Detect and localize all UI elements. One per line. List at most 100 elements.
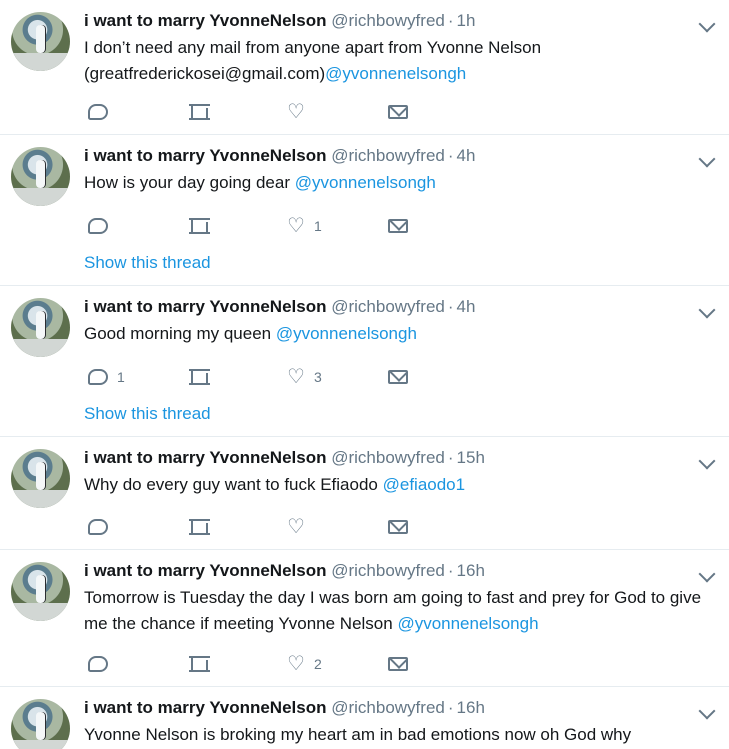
separator-dot: ·	[447, 297, 454, 316]
tweet-text-body: How is your day going dear	[84, 173, 295, 192]
tweet-text-body: Tomorrow is Tuesday the day I was born a…	[84, 588, 702, 633]
reply-icon	[88, 218, 108, 234]
tweet-text: How is your day going dear @yvonnenelson…	[84, 170, 704, 196]
tweet[interactable]: i want to marry YvonneNelson @richbowyfr…	[0, 286, 729, 437]
avatar[interactable]	[11, 12, 70, 71]
retweet-button[interactable]	[189, 652, 210, 676]
display-name[interactable]: i want to marry YvonneNelson	[84, 297, 326, 316]
tweet-header: i want to marry YvonneNelson @richbowyfr…	[84, 446, 485, 470]
tweet-text-body: Why do every guy want to fuck Efiaodo	[84, 475, 383, 494]
separator-dot: ·	[447, 698, 454, 717]
like-count: 3	[313, 369, 322, 385]
like-button[interactable]: ♡ 3	[287, 365, 322, 389]
tweet-header: i want to marry YvonneNelson @richbowyfr…	[84, 9, 475, 33]
mention-link[interactable]: @yvonnenelsongh	[276, 324, 417, 343]
reply-button[interactable]	[88, 100, 117, 124]
tweet-actions: ♡	[84, 515, 424, 539]
direct-message-button[interactable]	[388, 515, 408, 539]
reply-icon	[88, 656, 108, 672]
avatar[interactable]	[11, 449, 70, 508]
tweet-actions: ♡ 1	[84, 214, 424, 238]
tweet-text-body: I don’t need any mail from anyone apart …	[84, 38, 542, 83]
heart-icon: ♡	[287, 653, 305, 675]
like-button[interactable]: ♡ 1	[287, 214, 322, 238]
direct-message-icon	[388, 219, 408, 233]
chevron-down-icon[interactable]	[698, 301, 716, 319]
display-name[interactable]: i want to marry YvonneNelson	[84, 448, 326, 467]
tweet-time[interactable]: 4h	[457, 146, 476, 165]
user-handle[interactable]: @richbowyfred	[331, 561, 445, 580]
display-name[interactable]: i want to marry YvonneNelson	[84, 698, 326, 717]
display-name[interactable]: i want to marry YvonneNelson	[84, 11, 326, 30]
tweet[interactable]: i want to marry YvonneNelson @richbowyfr…	[0, 687, 729, 749]
separator-dot: ·	[447, 448, 454, 467]
reply-count: 1	[117, 369, 125, 385]
tweet-time[interactable]: 1h	[457, 11, 476, 30]
separator-dot: ·	[447, 11, 454, 30]
tweet-actions: ♡ 2	[84, 652, 424, 676]
user-handle[interactable]: @richbowyfred	[331, 146, 445, 165]
chevron-down-icon[interactable]	[698, 150, 716, 168]
retweet-icon	[189, 104, 210, 120]
tweet[interactable]: i want to marry YvonneNelson @richbowyfr…	[0, 437, 729, 550]
like-count: 1	[313, 218, 322, 234]
like-button[interactable]: ♡	[287, 515, 314, 539]
retweet-button[interactable]	[189, 515, 210, 539]
tweet-header: i want to marry YvonneNelson @richbowyfr…	[84, 295, 475, 319]
chevron-down-icon[interactable]	[698, 565, 716, 583]
mention-link[interactable]: @yvonnenelsongh	[295, 173, 436, 192]
reply-button[interactable]: 1	[88, 365, 125, 389]
avatar[interactable]	[11, 562, 70, 621]
heart-icon: ♡	[287, 366, 305, 388]
reply-button[interactable]	[88, 214, 117, 238]
tweet[interactable]: i want to marry YvonneNelson @richbowyfr…	[0, 0, 729, 135]
avatar[interactable]	[11, 147, 70, 206]
display-name[interactable]: i want to marry YvonneNelson	[84, 146, 326, 165]
reply-button[interactable]	[88, 652, 117, 676]
tweet-header: i want to marry YvonneNelson @richbowyfr…	[84, 144, 475, 168]
tweet-time[interactable]: 4h	[457, 297, 476, 316]
chevron-down-icon[interactable]	[698, 702, 716, 720]
display-name[interactable]: i want to marry YvonneNelson	[84, 561, 326, 580]
reply-icon	[88, 519, 108, 535]
heart-icon: ♡	[287, 215, 305, 237]
retweet-button[interactable]	[189, 100, 210, 124]
tweet-header: i want to marry YvonneNelson @richbowyfr…	[84, 696, 485, 720]
direct-message-button[interactable]	[388, 214, 408, 238]
tweet-time[interactable]: 15h	[457, 448, 485, 467]
tweet-text: Tomorrow is Tuesday the day I was born a…	[84, 585, 704, 637]
chevron-down-icon[interactable]	[698, 15, 716, 33]
user-handle[interactable]: @richbowyfred	[331, 11, 445, 30]
avatar[interactable]	[11, 298, 70, 357]
retweet-button[interactable]	[189, 365, 210, 389]
tweet-text: Why do every guy want to fuck Efiaodo @e…	[84, 472, 704, 498]
chevron-down-icon[interactable]	[698, 452, 716, 470]
tweet-header: i want to marry YvonneNelson @richbowyfr…	[84, 559, 485, 583]
direct-message-button[interactable]	[388, 365, 408, 389]
reply-button[interactable]	[88, 515, 117, 539]
mention-link[interactable]: @efiaodo1	[383, 475, 466, 494]
direct-message-button[interactable]	[388, 652, 408, 676]
like-button[interactable]: ♡	[287, 100, 314, 124]
tweet-time[interactable]: 16h	[457, 698, 485, 717]
tweet-text-body: Yvonne Nelson is broking my heart am in …	[84, 725, 632, 744]
user-handle[interactable]: @richbowyfred	[331, 297, 445, 316]
show-thread-link[interactable]: Show this thread	[84, 251, 211, 275]
retweet-button[interactable]	[189, 214, 210, 238]
show-thread-link[interactable]: Show this thread	[84, 402, 211, 426]
tweet[interactable]: i want to marry YvonneNelson @richbowyfr…	[0, 135, 729, 286]
avatar[interactable]	[11, 699, 70, 749]
mention-link[interactable]: @yvonnenelsongh	[325, 64, 466, 83]
tweet-text: Good morning my queen @yvonnenelsongh	[84, 321, 704, 347]
like-button[interactable]: ♡ 2	[287, 652, 322, 676]
user-handle[interactable]: @richbowyfred	[331, 448, 445, 467]
tweet-text: I don’t need any mail from anyone apart …	[84, 35, 704, 87]
retweet-icon	[189, 218, 210, 234]
direct-message-button[interactable]	[388, 100, 408, 124]
tweet-time[interactable]: 16h	[457, 561, 485, 580]
user-handle[interactable]: @richbowyfred	[331, 698, 445, 717]
tweet[interactable]: i want to marry YvonneNelson @richbowyfr…	[0, 550, 729, 687]
separator-dot: ·	[447, 146, 454, 165]
retweet-icon	[189, 656, 210, 672]
mention-link[interactable]: @yvonnenelsongh	[397, 614, 538, 633]
